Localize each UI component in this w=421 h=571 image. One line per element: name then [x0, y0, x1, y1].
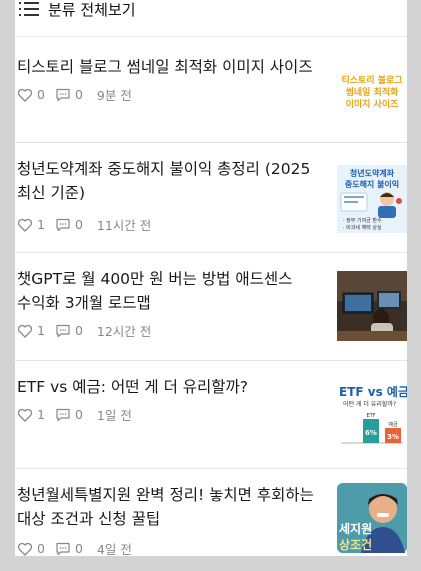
post-meta: 0 0 4일 전: [17, 539, 132, 556]
comment-icon[interactable]: [55, 88, 71, 102]
post-title[interactable]: ETF vs 예금: 어떤 게 더 유리할까?: [17, 375, 329, 399]
comment-count: 0: [74, 217, 83, 232]
heart-icon[interactable]: [17, 408, 33, 422]
post-title[interactable]: 챗GPT로 월 400만 원 버는 방법 애드센스 수익화 3개월 로드맵: [17, 267, 329, 315]
post-meta: 1 0 1일 전: [17, 405, 132, 424]
thumb-text-line: 티스토리 블로그: [341, 74, 402, 86]
thumb-text-line: 중도해지 불이익: [345, 179, 399, 189]
list-item[interactable]: 티스토리 블로그 썸네일 최적화 이미지 사이즈 0 0 9분 전 티스토리 블…: [15, 37, 407, 143]
post-thumbnail[interactable]: ETF vs 예금 어떤 게 더 유리할까? ETF 6% 예금 3%: [337, 379, 407, 449]
list-item[interactable]: 청년월세특별지원 완벽 정리! 놓치면 후회하는 대상 조건과 신청 꿀팁 0 …: [15, 469, 407, 556]
thumb-headline: ETF vs 예금: [339, 384, 407, 399]
post-time: 12시간 전: [96, 324, 152, 339]
post-meta: 1 0 12시간 전: [17, 321, 151, 340]
thumb-caption: · 정부 기여금 환수: [343, 217, 382, 224]
thumb-text-line: 썸네일 최적화: [346, 86, 400, 98]
heart-icon[interactable]: [17, 542, 33, 556]
post-title[interactable]: 청년월세특별지원 완벽 정리! 놓치면 후회하는 대상 조건과 신청 꿀팁: [17, 483, 329, 531]
thumb-text-line: 세지원: [339, 521, 372, 536]
comment-icon[interactable]: [55, 324, 71, 338]
like-count: 0: [37, 541, 45, 556]
post-title[interactable]: 티스토리 블로그 썸네일 최적화 이미지 사이즈: [17, 55, 329, 79]
thumb-subline: 어떤 게 더 유리할까?: [343, 400, 396, 408]
list-item[interactable]: 청년도약계좌 중도해지 불이익 총정리 (2025 최신 기준) 1 0 11시…: [15, 143, 407, 253]
thumb-text-line: 이미지 사이즈: [346, 98, 400, 110]
comment-icon[interactable]: [55, 542, 71, 556]
comment-count: 0: [74, 407, 83, 422]
post-time: 4일 전: [96, 542, 132, 556]
post-time: 11시간 전: [96, 218, 152, 233]
post-title[interactable]: 청년도약계좌 중도해지 불이익 총정리 (2025 최신 기준): [17, 157, 329, 205]
post-time: 1일 전: [96, 408, 132, 423]
heart-icon[interactable]: [17, 218, 33, 232]
post-thumbnail[interactable]: [337, 271, 407, 341]
post-thumbnail[interactable]: 티스토리 블로그 썸네일 최적화 이미지 사이즈: [337, 57, 407, 129]
post-thumbnail[interactable]: 청년도약계좌 중도해지 불이익 · 정부 기여금 환수 · 비과세 혜택 상실: [337, 165, 407, 233]
comment-count: 0: [74, 323, 83, 338]
like-count: 1: [37, 407, 45, 422]
thumb-caption: · 비과세 혜택 상실: [343, 224, 382, 231]
menu-icon[interactable]: [16, 0, 42, 19]
post-time: 9분 전: [96, 88, 132, 103]
thumb-bar-label: ETF: [366, 413, 375, 419]
thumb-bar-label: 예금: [388, 421, 398, 428]
thumb-text-line: 청년도약계좌: [350, 168, 395, 178]
like-count: 0: [37, 87, 45, 102]
thumb-text-line: 상조건: [339, 537, 372, 552]
comment-count: 0: [74, 541, 83, 556]
comment-count: 0: [74, 87, 83, 102]
thumb-bar-value: 3%: [387, 433, 399, 441]
like-count: 1: [37, 217, 45, 232]
post-list-page: 분류 전체보기 티스토리 블로그 썸네일 최적화 이미지 사이즈 0 0 9분 …: [15, 0, 407, 556]
thumb-bar-value: 6%: [365, 429, 377, 437]
post-meta: 0 0 9분 전: [17, 85, 132, 104]
list-item[interactable]: ETF vs 예금: 어떤 게 더 유리할까? 1 0 1일 전 ETF vs …: [15, 361, 407, 469]
comment-icon[interactable]: [55, 408, 71, 422]
comment-icon[interactable]: [55, 218, 71, 232]
heart-icon[interactable]: [17, 88, 33, 102]
like-count: 1: [37, 323, 45, 338]
category-title: 분류 전체보기: [48, 0, 136, 19]
heart-icon[interactable]: [17, 324, 33, 338]
post-thumbnail[interactable]: 세지원 상조건: [337, 483, 407, 553]
list-item[interactable]: 챗GPT로 월 400만 원 버는 방법 애드센스 수익화 3개월 로드맵 1 …: [15, 253, 407, 361]
post-meta: 1 0 11시간 전: [17, 215, 151, 234]
category-header: 분류 전체보기: [15, 0, 407, 37]
